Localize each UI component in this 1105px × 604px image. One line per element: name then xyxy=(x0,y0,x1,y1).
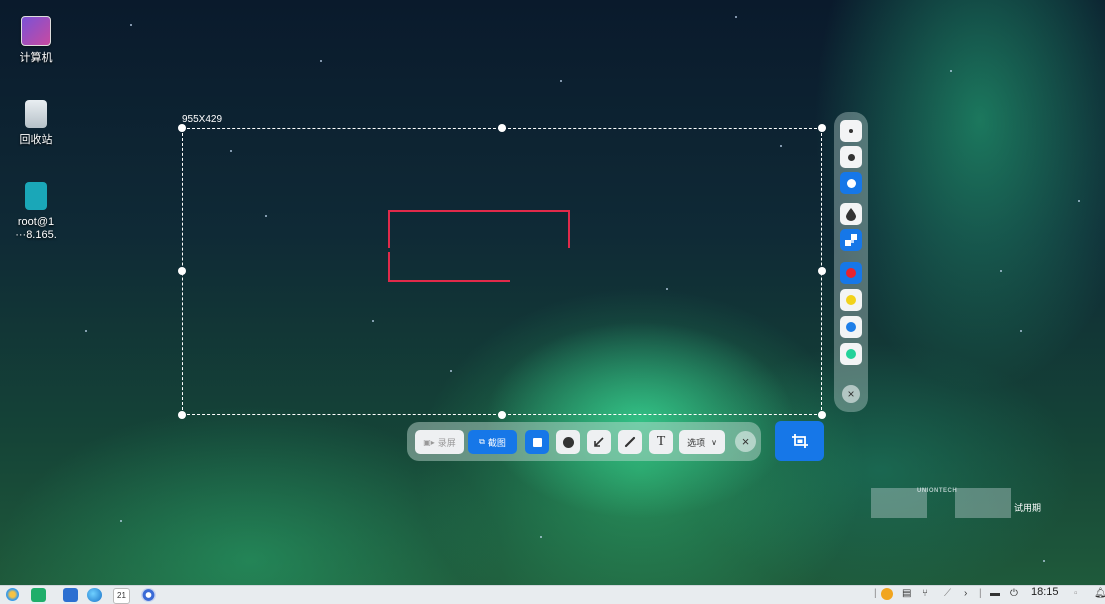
calendar-icon[interactable]: 21 xyxy=(113,588,130,604)
crop-icon xyxy=(791,434,808,448)
resize-handle-bottom-right[interactable] xyxy=(818,411,826,419)
usb-icon[interactable]: ⑂ xyxy=(922,588,928,599)
star xyxy=(735,16,737,18)
desktop-icon-remote-file[interactable]: root@1 ···8.165. xyxy=(10,182,62,242)
rectangle-tool-button[interactable] xyxy=(525,430,549,454)
resize-handle-bottom-left[interactable] xyxy=(178,411,186,419)
rectangle-icon xyxy=(532,437,542,447)
bell-icon[interactable]: 🔔︎ xyxy=(1094,588,1105,599)
arrow-tool-button[interactable] xyxy=(587,430,611,454)
star xyxy=(85,330,87,332)
size-medium-dot-icon xyxy=(847,153,855,161)
star xyxy=(320,60,322,62)
watermark-brand: UNIONTECH xyxy=(917,488,958,494)
arrow-icon xyxy=(594,437,604,447)
computer-icon xyxy=(21,16,51,46)
resize-handle-left[interactable] xyxy=(178,267,186,275)
drawn-rectangle-top xyxy=(388,210,570,248)
mosaic-button[interactable] xyxy=(840,229,862,251)
resize-handle-right[interactable] xyxy=(818,267,826,275)
color-yellow-swatch-icon xyxy=(846,295,856,305)
resize-handle-top[interactable] xyxy=(498,124,506,132)
color-green-button[interactable] xyxy=(840,343,862,365)
app-store-icon[interactable] xyxy=(141,588,156,602)
resize-handle-top-right[interactable] xyxy=(818,124,826,132)
tray-divider: | xyxy=(874,588,877,599)
star xyxy=(120,520,122,522)
close-icon: × xyxy=(741,434,750,449)
expand-tray-icon[interactable]: › xyxy=(964,588,967,599)
size-large-dot-icon xyxy=(846,178,856,188)
update-icon[interactable] xyxy=(881,588,893,600)
size-large-button[interactable] xyxy=(840,172,862,194)
star xyxy=(130,24,132,26)
blur-button[interactable] xyxy=(840,203,862,225)
capture-size-label: 955X429 xyxy=(182,114,223,125)
tray-divider: | xyxy=(979,588,982,599)
options-dropdown[interactable]: 选项 ∨ xyxy=(679,430,725,454)
power-icon[interactable]: ⏻ xyxy=(1010,588,1018,599)
keyboard-icon[interactable]: ▤ xyxy=(902,588,911,599)
annotation-palette: × xyxy=(834,112,868,412)
file-icon xyxy=(25,182,47,210)
color-blue-button[interactable] xyxy=(840,316,862,338)
palette-close-button[interactable]: × xyxy=(842,385,860,403)
mosaic-icon xyxy=(845,234,857,246)
desktop-icon-label: 回收站 xyxy=(19,134,53,146)
watermark-block xyxy=(955,488,1011,518)
desktop-icon-label: 计算机 xyxy=(19,52,53,64)
options-label: 选项 xyxy=(687,437,706,448)
color-yellow-button[interactable] xyxy=(840,289,862,311)
ellipse-icon xyxy=(562,436,574,448)
resize-handle-bottom[interactable] xyxy=(498,411,506,419)
star xyxy=(1043,560,1045,562)
save-crop-button[interactable] xyxy=(775,421,824,461)
star xyxy=(540,536,542,538)
notification-indicator-icon[interactable]: ▫ xyxy=(1074,588,1078,599)
size-small-dot-icon xyxy=(849,129,853,133)
text-tool-icon: T xyxy=(656,434,666,449)
record-mode-button[interactable]: ▣▸ 录屏 xyxy=(415,430,464,454)
star xyxy=(1000,270,1002,272)
file-manager-icon[interactable] xyxy=(63,588,78,602)
star xyxy=(1020,330,1022,332)
trial-label: 试用期 xyxy=(1014,503,1042,513)
taskbar: 21 | ▤ ⑂ ⟋ › | ▬ ⏻ 18:15 ▫ 🔔︎ xyxy=(0,585,1105,604)
record-icon: ▣▸ xyxy=(423,437,435,447)
pen-tool-button[interactable] xyxy=(618,430,642,454)
resize-handle-top-left[interactable] xyxy=(178,124,186,132)
color-red-swatch-icon xyxy=(846,268,856,278)
show-desktop-icon[interactable]: ▬ xyxy=(990,588,1000,599)
screenshot-toolbar: ▣▸ 录屏 ⧉ 截图 T 选项 ∨ × xyxy=(407,422,761,461)
screenshot-icon: ⧉ xyxy=(479,437,485,446)
blur-icon xyxy=(846,208,856,221)
color-blue-swatch-icon xyxy=(846,322,856,332)
size-small-button[interactable] xyxy=(840,120,862,142)
trash-icon xyxy=(25,100,47,128)
star xyxy=(560,80,562,82)
drawn-rectangle-bottom xyxy=(388,252,510,282)
text-tool-button[interactable]: T xyxy=(649,430,673,454)
color-red-button[interactable] xyxy=(840,262,862,284)
star xyxy=(1078,200,1080,202)
desktop-icon-computer[interactable]: 计算机 xyxy=(10,16,62,65)
pen-icon xyxy=(624,436,636,448)
desktop-icon-label: root@1 ···8.165. xyxy=(15,216,57,241)
star xyxy=(950,70,952,72)
multitask-view-icon[interactable] xyxy=(31,588,46,602)
close-icon: × xyxy=(847,387,855,401)
launcher-icon[interactable] xyxy=(6,588,19,601)
screenshot-mode-button[interactable]: ⧉ 截图 xyxy=(468,430,517,454)
record-mode-label: 录屏 xyxy=(437,437,456,448)
chevron-down-icon: ∨ xyxy=(711,437,717,447)
pen-tray-icon[interactable]: ⟋ xyxy=(944,588,951,599)
desktop-icon-trash[interactable]: 回收站 xyxy=(10,100,62,147)
size-medium-button[interactable] xyxy=(840,146,862,168)
ellipse-tool-button[interactable] xyxy=(556,430,580,454)
screenshot-mode-label: 截图 xyxy=(487,437,506,448)
color-green-swatch-icon xyxy=(846,349,856,359)
browser-icon[interactable] xyxy=(87,588,102,602)
toolbar-close-button[interactable]: × xyxy=(735,431,756,452)
clock-time[interactable]: 18:15 xyxy=(1031,586,1059,598)
